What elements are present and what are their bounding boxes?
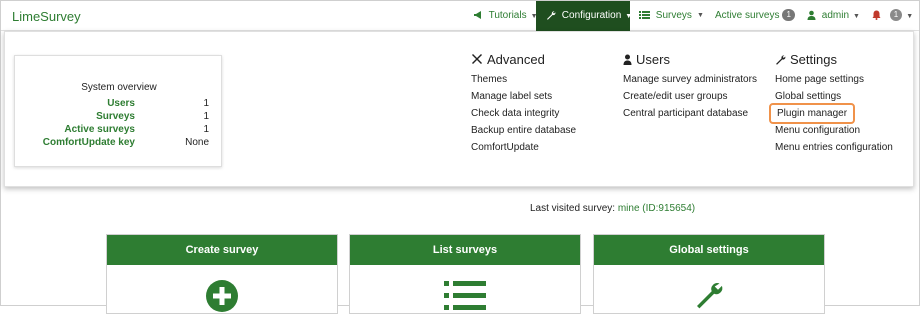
menu-item-manage-admins[interactable]: Manage survey administrators — [623, 74, 757, 85]
overview-value: 1 — [203, 111, 209, 122]
chevron-down-icon: ▼ — [625, 13, 633, 20]
menu-heading-advanced-label: Advanced — [487, 52, 545, 67]
nav-admin-label: admin — [821, 10, 850, 21]
menu-heading-users-label: Users — [636, 52, 670, 67]
brand-logo[interactable]: LimeSurvey — [12, 9, 81, 24]
user-icon — [807, 10, 822, 21]
nav-tutorials[interactable]: Tutorials ▼ — [473, 1, 538, 31]
user-icon — [623, 52, 636, 67]
chevron-down-icon: ▼ — [853, 13, 860, 20]
notifications-count-badge: 1 — [889, 9, 903, 21]
menu-item-central-participant-db[interactable]: Central participant database — [623, 108, 748, 119]
last-visited-link[interactable]: mine (ID:915654) — [618, 203, 695, 214]
overview-label: Users — [107, 98, 135, 109]
nav-active-surveys[interactable]: Active surveys 1 — [715, 1, 795, 31]
menu-item-themes[interactable]: Themes — [471, 74, 507, 85]
card-title: List surveys — [350, 235, 580, 265]
menu-heading-settings-label: Settings — [790, 52, 837, 67]
nav-tutorials-label: Tutorials — [488, 10, 527, 21]
menu-item-manage-label-sets[interactable]: Manage label sets — [471, 91, 552, 102]
nav-configuration-label: Configuration — [561, 10, 622, 21]
nav-active-surveys-label: Active surveys — [715, 10, 780, 21]
nav-notifications[interactable]: 1 ▼ — [872, 1, 913, 31]
wrench-icon — [594, 279, 824, 312]
menu-heading-settings: Settings — [775, 52, 837, 70]
card-title: Create survey — [107, 235, 337, 265]
wrench-icon — [546, 10, 562, 21]
configuration-dropdown-menu: System overview Users 1 Surveys 1 Active… — [4, 31, 914, 187]
list-icon — [639, 10, 656, 21]
system-overview-panel: System overview Users 1 Surveys 1 Active… — [14, 55, 222, 167]
menu-item-global-settings[interactable]: Global settings — [775, 91, 841, 102]
menu-heading-users: Users — [623, 52, 670, 70]
menu-item-backup-database[interactable]: Backup entire database — [471, 125, 576, 136]
overview-label: Surveys — [96, 111, 135, 122]
system-overview-title: System overview — [81, 82, 157, 93]
menu-column-settings: Settings Home page settings Global setti… — [769, 52, 893, 153]
list-surveys-card[interactable]: List surveys — [349, 234, 581, 314]
active-surveys-count-badge: 1 — [782, 9, 795, 21]
global-settings-card[interactable]: Global settings — [593, 234, 825, 314]
overview-row-users: Users 1 — [15, 98, 223, 111]
nav-configuration[interactable]: Configuration ▼ — [536, 1, 633, 31]
list-icon — [350, 279, 580, 316]
overview-value: None — [185, 137, 209, 148]
nav-admin[interactable]: admin ▼ — [807, 1, 860, 31]
menu-item-user-groups[interactable]: Create/edit user groups — [623, 91, 728, 102]
create-survey-card[interactable]: Create survey — [106, 234, 338, 314]
menu-heading-advanced: Advanced — [471, 52, 545, 70]
bullhorn-icon — [473, 10, 489, 21]
overview-row-surveys: Surveys 1 — [15, 111, 223, 124]
bell-icon — [872, 10, 887, 21]
chevron-down-icon: ▼ — [906, 13, 914, 20]
overview-row-comfortupdate-key: ComfortUpdate key None — [15, 137, 223, 150]
surveys-dropdown-toggle[interactable]: ▼ — [697, 1, 704, 31]
last-visited-label: Last visited survey: — [530, 203, 616, 214]
tools-icon — [471, 52, 487, 67]
menu-item-menu-configuration[interactable]: Menu configuration — [775, 125, 860, 136]
menu-item-menu-entries-configuration[interactable]: Menu entries configuration — [775, 142, 893, 153]
menu-item-home-page-settings[interactable]: Home page settings — [775, 74, 864, 85]
card-title: Global settings — [594, 235, 824, 265]
overview-value: 1 — [203, 124, 209, 135]
menu-item-check-data-integrity[interactable]: Check data integrity — [471, 108, 559, 119]
nav-surveys[interactable]: Surveys — [639, 1, 692, 31]
plus-circle-icon — [107, 279, 337, 316]
overview-label: Active surveys — [64, 124, 135, 135]
nav-surveys-label: Surveys — [655, 10, 692, 21]
wrench-icon — [775, 52, 790, 67]
menu-column-advanced: Advanced Themes Manage label sets Check … — [471, 52, 576, 153]
overview-label: ComfortUpdate key — [42, 137, 135, 148]
last-visited-survey: Last visited survey: mine (ID:915654) — [530, 203, 695, 214]
menu-column-users: Users Manage survey administrators Creat… — [623, 52, 757, 119]
menu-item-plugin-manager[interactable]: Plugin manager — [769, 103, 856, 124]
top-navbar: LimeSurvey Tutorials ▼ Configuration ▼ Sur… — [1, 1, 919, 31]
overview-value: 1 — [203, 98, 209, 109]
overview-row-active-surveys: Active surveys 1 — [15, 124, 223, 137]
menu-item-comfortupdate[interactable]: ComfortUpdate — [471, 142, 539, 153]
